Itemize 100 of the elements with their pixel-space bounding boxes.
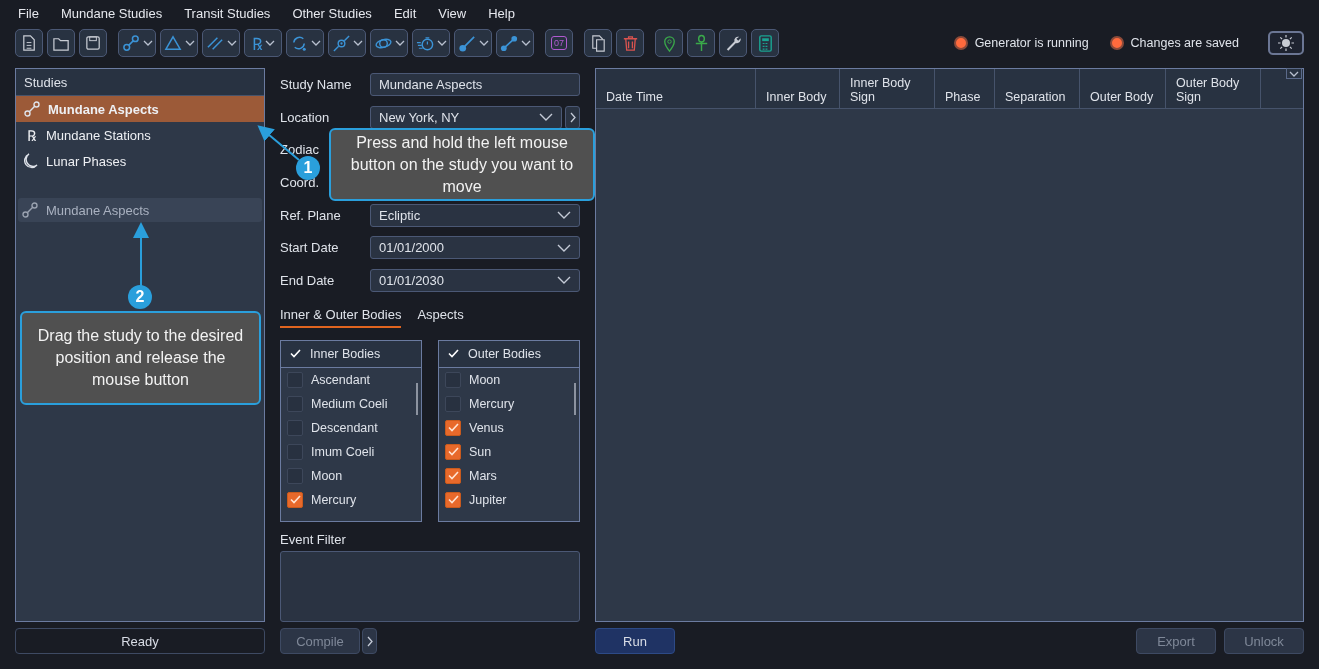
tool-dropdown[interactable]	[160, 29, 198, 57]
caret-icon	[310, 40, 321, 46]
toolbar-button[interactable]	[719, 29, 747, 57]
tab[interactable]: Aspects	[417, 304, 464, 328]
checkbox[interactable]	[287, 371, 303, 388]
menu-item[interactable]: Edit	[393, 6, 417, 21]
tool-dropdown[interactable]	[202, 29, 240, 57]
retrograde-dropdown[interactable]: ℞	[244, 29, 282, 57]
menu-item[interactable]: Mundane Studies	[60, 6, 163, 21]
column-header[interactable]: Separation	[995, 69, 1080, 108]
caret-icon	[394, 40, 405, 46]
caret-icon	[184, 40, 195, 46]
action-button[interactable]: Run	[595, 628, 675, 654]
column-header[interactable]: Inner Body Sign	[840, 69, 935, 108]
retrograde-icon: ℞	[24, 125, 38, 145]
study-item[interactable]: Mundane Aspects	[16, 96, 264, 122]
menu-item[interactable]: Transit Studies	[184, 6, 271, 21]
dots-line-icon	[499, 33, 519, 53]
study-label: Lunar Phases	[46, 153, 127, 169]
checkbox[interactable]	[445, 371, 461, 388]
checkbox-label: Moon	[469, 372, 501, 387]
header-check[interactable]	[448, 349, 459, 359]
tool-dropdown[interactable]	[118, 29, 156, 57]
check-icon	[447, 495, 459, 505]
tool-dropdown[interactable]	[454, 29, 492, 57]
toolbar-button[interactable]	[79, 29, 107, 57]
field-label: Study Name	[280, 76, 353, 92]
field-label: Location	[280, 109, 331, 125]
tool-dropdown[interactable]	[412, 29, 450, 57]
status-button[interactable]: Ready	[15, 628, 265, 654]
caret-icon	[520, 40, 531, 46]
menu-item[interactable]: View	[438, 6, 467, 21]
checkbox-label: Descendant	[311, 420, 378, 435]
select-field[interactable]: New York, NY	[370, 105, 562, 129]
tool-dropdown[interactable]	[370, 29, 408, 57]
toolbar-button[interactable]	[655, 29, 683, 57]
column-menu-button[interactable]	[1286, 68, 1302, 79]
select-field[interactable]: Ecliptic	[370, 203, 580, 227]
column-header[interactable]: Outer Body	[1080, 69, 1166, 108]
field-label: Start Date	[280, 240, 340, 256]
menu-item[interactable]: Help	[488, 6, 515, 21]
study-label: Mundane Stations	[46, 127, 151, 143]
checkbox[interactable]	[445, 395, 461, 412]
toolbar-button[interactable]	[584, 29, 612, 57]
theme-button[interactable]	[1268, 31, 1304, 55]
aspect-icon	[121, 33, 141, 53]
checkbox[interactable]	[445, 467, 461, 484]
sun-icon	[1278, 35, 1294, 51]
checkbox-label: Mercury	[469, 396, 515, 411]
checkbox[interactable]	[287, 395, 303, 412]
checkbox-label: Ascendant	[311, 372, 371, 387]
chevron-right-icon	[569, 111, 576, 123]
checkbox[interactable]	[445, 419, 461, 436]
checkbox-label: Venus	[469, 420, 504, 435]
check-icon	[448, 349, 459, 359]
more-button[interactable]	[362, 628, 377, 655]
column-header[interactable]: Outer Body Sign	[1166, 69, 1261, 108]
column-header[interactable]: Phase	[935, 69, 995, 108]
checkbox[interactable]	[445, 491, 461, 508]
check-icon	[447, 471, 459, 481]
checkbox[interactable]	[287, 467, 303, 484]
list-title: Inner Bodies	[310, 346, 381, 361]
toolbar-button[interactable]	[616, 29, 644, 57]
study-item[interactable]: ℞ Mundane Stations	[16, 122, 264, 148]
select-field[interactable]: 01/01/2000	[370, 236, 580, 260]
column-header[interactable]: Date Time	[596, 69, 756, 108]
panel-title: Studies	[16, 69, 264, 96]
chevron-down-icon	[557, 276, 571, 285]
checkbox[interactable]	[287, 419, 303, 436]
checkbox-label: Mars	[469, 468, 497, 483]
tool-dropdown[interactable]	[496, 29, 534, 57]
checkbox[interactable]	[287, 491, 303, 508]
line-dot-icon	[457, 33, 477, 53]
checkbox[interactable]	[287, 443, 303, 460]
toolbar-button[interactable]	[687, 29, 715, 57]
study-item[interactable]: Lunar Phases	[16, 148, 264, 174]
chevron-down-icon	[557, 211, 571, 220]
section-label: Event Filter	[280, 531, 347, 547]
chevron-down-icon	[557, 243, 571, 252]
tool-dropdown[interactable]	[286, 29, 324, 57]
crescent-moon-icon	[24, 153, 38, 169]
checkbox[interactable]	[445, 443, 461, 460]
chevron-right-icon	[366, 635, 373, 647]
more-button[interactable]	[565, 105, 580, 129]
study-label: Mundane Aspects	[48, 101, 159, 117]
tab[interactable]: Inner & Outer Bodies	[280, 304, 402, 328]
toolbar-button[interactable]	[751, 29, 779, 57]
check-icon	[447, 447, 459, 457]
field-label: Ref. Plane	[280, 207, 342, 223]
toolbar-button[interactable]	[15, 29, 43, 57]
study-name-field[interactable]: Mundane Aspects	[370, 72, 580, 96]
menu-item[interactable]: Other Studies	[292, 6, 372, 21]
toolbar-button[interactable]	[47, 29, 75, 57]
menu-item[interactable]: File	[18, 6, 39, 21]
tool-dropdown[interactable]	[328, 29, 366, 57]
header-check[interactable]	[290, 349, 301, 359]
caret-icon	[1289, 70, 1299, 77]
column-header[interactable]: Inner Body	[756, 69, 840, 108]
select-field[interactable]: 01/01/2030	[370, 268, 580, 292]
event-filter-field[interactable]	[280, 550, 580, 623]
